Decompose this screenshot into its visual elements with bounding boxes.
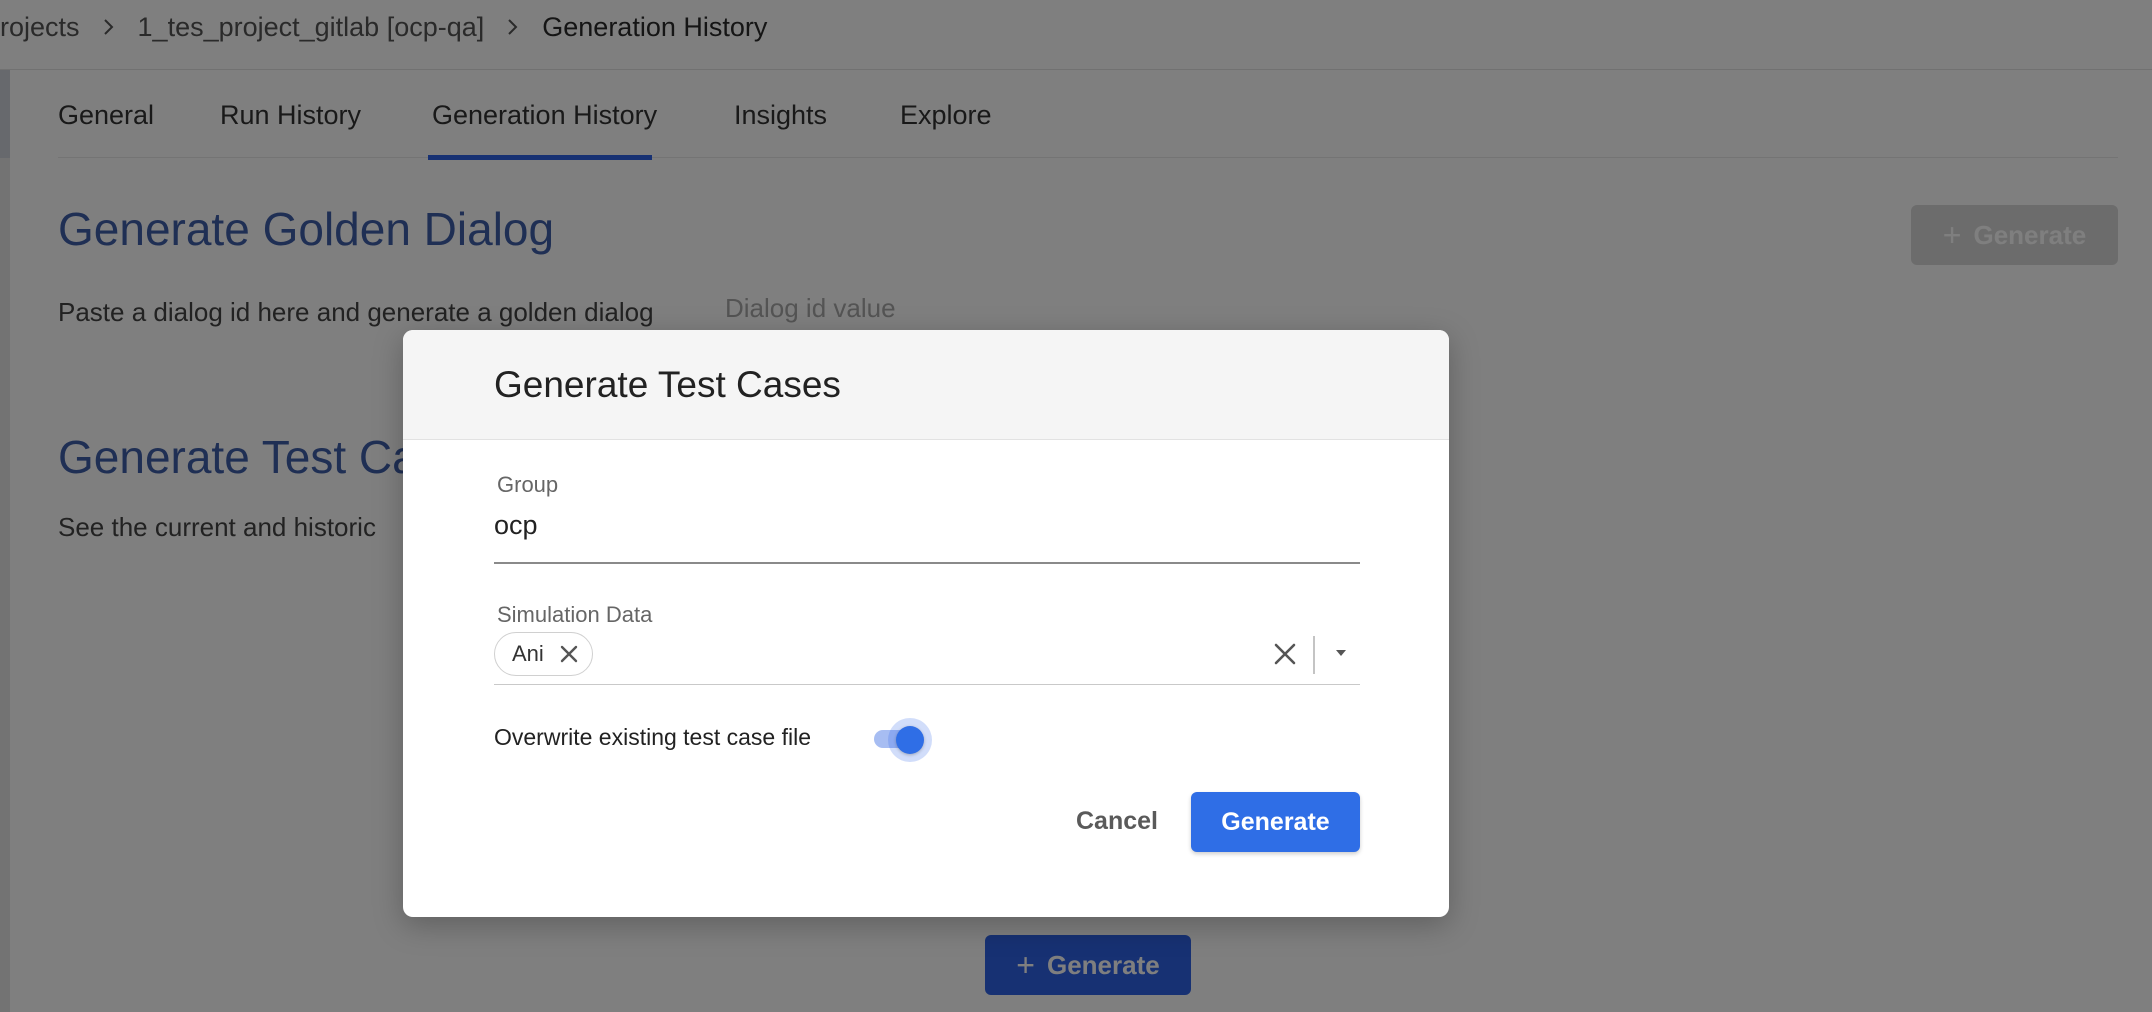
chevron-down-icon[interactable] xyxy=(1333,645,1349,661)
group-input[interactable]: ocp xyxy=(494,510,538,541)
cancel-button[interactable]: Cancel xyxy=(1055,792,1179,850)
overwrite-toggle[interactable] xyxy=(870,716,932,762)
select-divider xyxy=(1313,636,1315,674)
simulation-data-label: Simulation Data xyxy=(497,602,653,627)
chip-label: Ani xyxy=(512,641,544,666)
clear-icon[interactable] xyxy=(1271,640,1299,668)
overwrite-label: Overwrite existing test case file xyxy=(494,724,812,750)
group-input-underline xyxy=(494,562,1360,564)
simulation-data-chip: Ani xyxy=(494,632,593,676)
toggle-knob xyxy=(896,726,924,754)
close-icon[interactable] xyxy=(558,643,580,665)
simulation-data-underline xyxy=(494,684,1360,685)
generate-test-cases-dialog: Generate Test Cases Group ocp Simulation… xyxy=(403,330,1449,917)
dialog-header: Generate Test Cases xyxy=(403,330,1449,440)
dialog-title: Generate Test Cases xyxy=(494,363,841,405)
group-label: Group xyxy=(497,472,559,497)
generate-button[interactable]: Generate xyxy=(1191,792,1360,852)
